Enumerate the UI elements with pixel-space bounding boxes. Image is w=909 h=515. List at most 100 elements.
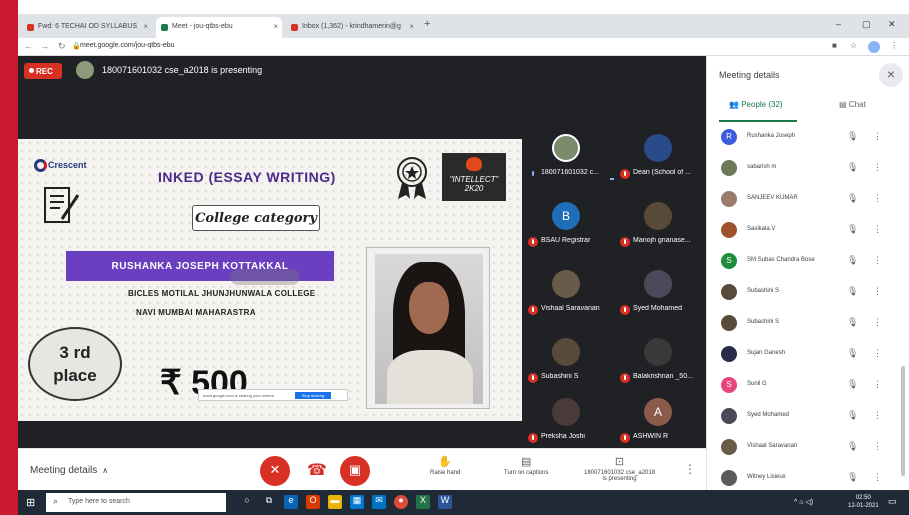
list-item[interactable]: Subashini S 🎙 ⋮ [707, 310, 897, 341]
more-options-icon[interactable]: ⋮ [873, 162, 882, 173]
more-options-icon[interactable]: ⋮ [873, 224, 882, 235]
close-icon[interactable]: × [143, 22, 148, 31]
file-explorer-icon[interactable]: ▬ [328, 495, 342, 509]
edge-icon[interactable]: e [284, 495, 298, 509]
meeting-details-button[interactable]: Meeting details ∧ [30, 465, 108, 476]
list-item[interactable]: Syed Mohamed 🎙 ⋮ [707, 403, 897, 434]
chat-tab-label: Chat [848, 100, 866, 109]
participant-tile[interactable]: B BSAU Registrar [522, 192, 610, 262]
photo-frame-left [0, 0, 18, 515]
more-options-icon[interactable]: ⋮ [873, 317, 882, 328]
event-mascot-icon [466, 157, 482, 171]
list-item[interactable]: Sujan Ganesh 🎙 ⋮ [707, 341, 897, 372]
captions-button[interactable]: ▤ Turn on captions [504, 455, 548, 476]
browser-tab-inbox[interactable]: Inbox (1,362) - krindhamerin@g × [286, 17, 418, 38]
panel-scrollbar[interactable] [901, 366, 905, 476]
store-icon[interactable]: ▦ [350, 495, 364, 509]
more-options-icon[interactable]: ⋮ [873, 379, 882, 390]
leave-call-button[interactable]: ☎ [302, 456, 332, 486]
people-icon: 👥 [729, 100, 739, 109]
presentation-button[interactable]: ⊡ 180071601032 cse_a2018 is presenting [584, 455, 655, 482]
new-tab-icon[interactable]: + [424, 18, 430, 30]
raise-hand-button[interactable]: ✋ Raise hand [430, 455, 460, 476]
captions-label: Turn on captions [504, 470, 549, 476]
close-icon: × [886, 66, 896, 82]
mic-off-icon: 🎙 [847, 255, 859, 265]
browser-tab-meet[interactable]: Meet - jou-qtbs-ebu × [156, 17, 282, 38]
taskbar-clock[interactable]: 02:50 12-01-2021 [848, 494, 879, 510]
list-item[interactable]: R Rushanka Joseph 🎙 ⋮ [707, 124, 897, 155]
avatar [552, 134, 580, 162]
windows-start-icon[interactable]: ⊞ [26, 496, 35, 509]
stop-sharing-button[interactable]: Stop sharing [295, 392, 331, 399]
cortana-icon[interactable]: ○ [240, 495, 254, 509]
avatar [721, 222, 737, 238]
participant-tile[interactable]: Vishaal Saravanan [522, 260, 610, 330]
participant-tile[interactable]: Syed Mohamed [614, 260, 702, 330]
list-item[interactable]: S SM Subas Chandra Bose 🎙 ⋮ [707, 248, 897, 279]
reload-icon[interactable]: ↻ [58, 41, 66, 52]
list-item[interactable]: Subashini S 🎙 ⋮ [707, 279, 897, 310]
participant-tile[interactable]: 180071601032 c... [522, 124, 610, 194]
more-options-icon[interactable]: ⋮ [873, 131, 882, 142]
word-icon[interactable]: W [438, 495, 452, 509]
participant-name: 180071601032 c... [541, 169, 599, 176]
browser-menu-icon[interactable]: ⋮ [890, 41, 898, 50]
mic-off-icon: 🎙 [847, 317, 859, 327]
avatar [644, 338, 672, 366]
star-icon[interactable]: ☆ [850, 41, 857, 50]
more-options-icon[interactable]: ⋮ [873, 410, 882, 421]
person-name: sabarish m [747, 164, 777, 170]
participant-tile[interactable]: Manojh gnanase... [614, 192, 702, 262]
mic-off-icon: 🎙 [847, 224, 859, 234]
list-item[interactable]: sabarish m 🎙 ⋮ [707, 155, 897, 186]
close-icon[interactable]: × [273, 22, 278, 31]
minimize-icon[interactable]: – [836, 19, 841, 29]
maximize-icon[interactable]: ▢ [862, 19, 871, 30]
profile-avatar[interactable] [868, 41, 880, 53]
tab-people[interactable]: 👥 People (32) [729, 100, 783, 109]
slide-hover-toolbar[interactable] [230, 269, 300, 285]
list-item[interactable]: Sasikala.V 🎙 ⋮ [707, 217, 897, 248]
mail-icon[interactable]: ✉ [372, 495, 386, 509]
hand-icon: ✋ [438, 456, 453, 468]
logo-text: Crescent [48, 160, 87, 170]
excel-icon[interactable]: X [416, 495, 430, 509]
meet-stage: REC 180071601032 cse_a2018 is presenting… [18, 56, 706, 458]
more-options-icon[interactable]: ⋮ [684, 462, 696, 476]
list-item[interactable]: SANJEEV KUMAR 🎙 ⋮ [707, 186, 897, 217]
mic-off-icon [620, 237, 630, 247]
list-item[interactable]: S Sunil G 🎙 ⋮ [707, 372, 897, 403]
chrome-icon[interactable]: ● [394, 495, 408, 509]
participant-tile[interactable]: Dean (School of ... [614, 124, 702, 194]
task-view-icon[interactable]: ⧉ [262, 495, 276, 509]
browser-tab-syllabus[interactable]: Fwd: 6 TECHAI OD SYLLABUS × [22, 17, 152, 38]
more-options-icon[interactable]: ⋮ [873, 193, 882, 204]
participant-name: Balakrishnan _50... [633, 373, 693, 380]
back-icon[interactable]: ← [24, 41, 33, 51]
url-field[interactable]: meet.google.com/jou-qtbs-ebu [80, 42, 175, 49]
close-panel-button[interactable]: × [879, 63, 903, 87]
mic-toggle-button[interactable]: ✕ [260, 456, 290, 486]
more-options-icon[interactable]: ⋮ [873, 348, 882, 359]
person-name: Witney Lisieux [747, 474, 786, 480]
office-icon[interactable]: O [306, 495, 320, 509]
list-item[interactable]: Vishaal Saravanan 🎙 ⋮ [707, 434, 897, 465]
close-icon[interactable]: × [409, 22, 414, 31]
more-options-icon[interactable]: ⋮ [873, 441, 882, 452]
camera-toggle-button[interactable]: ▣ [340, 456, 370, 486]
taskbar-search-box[interactable]: ⌕ Type here to search [46, 493, 226, 512]
tray-icons[interactable]: ^ ⌂ ◁) [794, 498, 813, 506]
forward-icon[interactable]: → [40, 41, 49, 51]
camera-icon[interactable]: ■ [832, 41, 837, 50]
window-close-icon[interactable]: ✕ [888, 19, 896, 30]
person-name: Subashini S [747, 319, 780, 325]
more-options-icon[interactable]: ⋮ [873, 255, 882, 266]
more-options-icon[interactable]: ⋮ [873, 472, 882, 483]
participant-name: Dean (School of ... [633, 169, 691, 176]
avatar [721, 315, 737, 331]
tab-chat[interactable]: ▤ Chat [839, 100, 866, 109]
gmail-icon [27, 24, 34, 31]
more-options-icon[interactable]: ⋮ [873, 286, 882, 297]
notifications-icon[interactable]: ▭ [888, 496, 897, 507]
